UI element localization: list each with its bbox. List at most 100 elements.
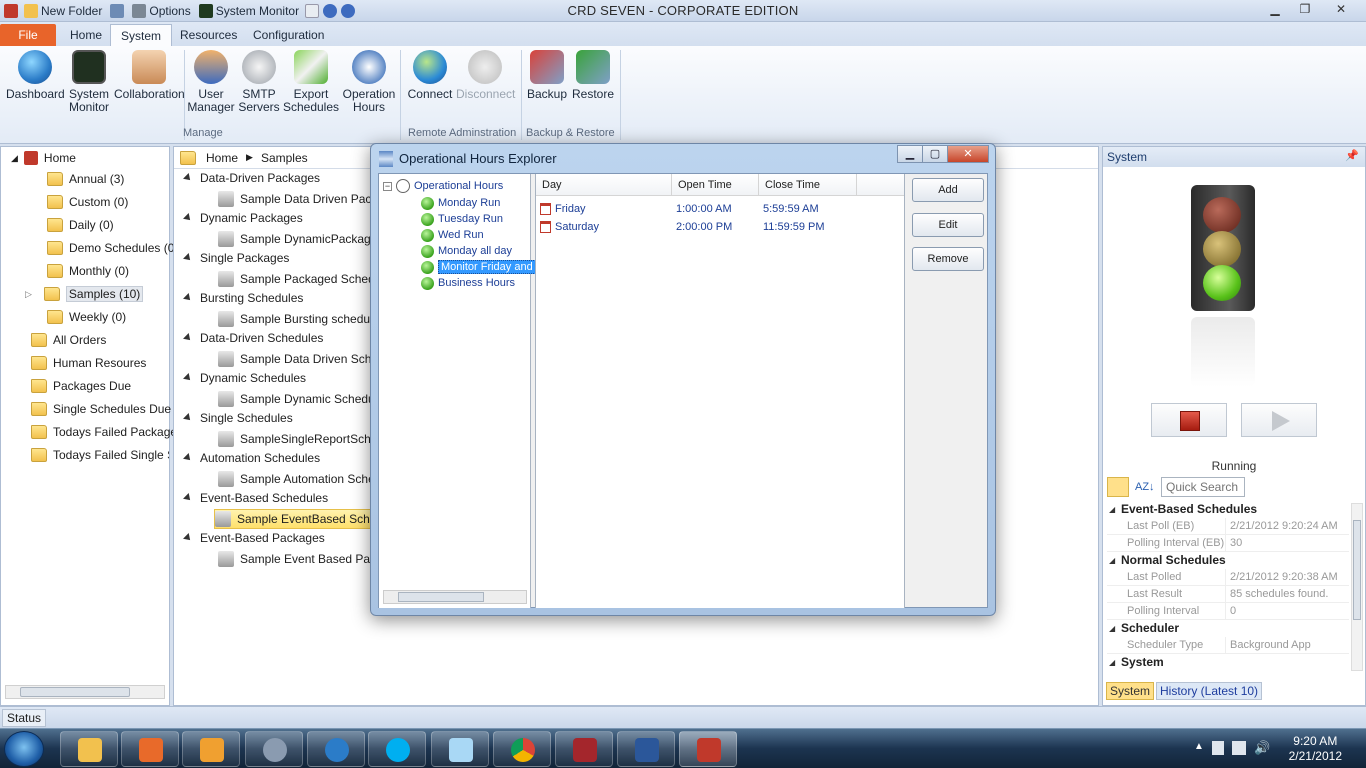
taskbar-word[interactable] xyxy=(617,731,675,767)
volume-icon[interactable]: 🔊 xyxy=(1254,740,1270,756)
category-normal[interactable]: Normal Schedules xyxy=(1107,552,1349,569)
tab-history[interactable]: History (Latest 10) xyxy=(1156,682,1263,700)
pin-icon[interactable]: 📌 xyxy=(1345,149,1359,162)
column-day[interactable]: Day xyxy=(536,174,672,196)
taskbar-crd[interactable] xyxy=(679,731,737,767)
operational-hours-node[interactable]: Business Hours xyxy=(421,275,515,291)
restore-button[interactable]: Restore xyxy=(564,50,622,101)
scrollbar-thumb[interactable] xyxy=(1353,520,1361,620)
taskbar-ie[interactable] xyxy=(307,731,365,767)
tree-samples[interactable]: ▷ Samples (10) xyxy=(25,283,144,305)
group-header[interactable]: Single Schedules xyxy=(183,411,293,425)
group-header[interactable]: Automation Schedules xyxy=(183,451,320,465)
breadcrumb-home[interactable]: Home xyxy=(206,151,238,165)
tray-arrow-icon[interactable]: ▲ xyxy=(1194,741,1204,752)
schedule-item[interactable]: Sample Bursting schedule xyxy=(218,309,379,329)
scrollbar-thumb[interactable] xyxy=(20,687,130,697)
clock[interactable]: 9:20 AM 2/21/2012 xyxy=(1289,734,1342,764)
tab-home[interactable]: Home xyxy=(60,24,112,46)
taskbar-app[interactable] xyxy=(245,731,303,767)
close-icon[interactable]: ✕ xyxy=(1320,0,1362,18)
collapse-icon[interactable] xyxy=(183,533,193,543)
start-button[interactable] xyxy=(4,731,44,767)
group-header[interactable]: Bursting Schedules xyxy=(183,291,303,305)
play-button[interactable] xyxy=(1241,403,1317,437)
tab-system-pane[interactable]: System xyxy=(1106,682,1155,700)
collapse-icon[interactable] xyxy=(183,453,193,463)
group-header[interactable]: Data-Driven Schedules xyxy=(183,331,323,345)
group-header[interactable]: Dynamic Packages xyxy=(183,211,303,225)
property-row[interactable]: Last Polled 2/21/2012 9:20:38 AM xyxy=(1107,569,1349,586)
operational-hours-node[interactable]: Monday Run xyxy=(421,195,500,211)
group-header[interactable]: Single Packages xyxy=(183,251,289,265)
property-row[interactable]: Scheduler Type Background App xyxy=(1107,637,1349,654)
quick-search-input[interactable] xyxy=(1161,477,1245,497)
collapse-icon[interactable] xyxy=(183,373,193,383)
schedule-item[interactable]: Sample EventBased Sched xyxy=(214,509,389,529)
category-scheduler[interactable]: Scheduler xyxy=(1107,620,1349,637)
add-button[interactable]: Add xyxy=(912,178,984,202)
remove-button[interactable]: Remove xyxy=(912,247,984,271)
property-row[interactable]: Last Result 85 schedules found. xyxy=(1107,586,1349,603)
taskbar-explorer[interactable] xyxy=(60,731,118,767)
tree-horizontal-scrollbar[interactable] xyxy=(5,685,165,699)
edit-button[interactable]: Edit xyxy=(912,213,984,237)
stop-button[interactable] xyxy=(1151,403,1227,437)
column-close-time[interactable]: Close Time xyxy=(759,174,857,196)
tree-packages-due[interactable]: Packages Due xyxy=(31,375,131,397)
collapse-icon[interactable] xyxy=(183,213,193,223)
schedule-item[interactable]: Sample DynamicPackage xyxy=(218,229,377,249)
collapse-icon[interactable]: − xyxy=(383,181,392,191)
dashboard-button[interactable]: Dashboard xyxy=(6,50,65,101)
schedule-item[interactable]: Sample Event Based Packa xyxy=(218,549,389,569)
group-header[interactable]: Dynamic Schedules xyxy=(183,371,306,385)
group-header[interactable]: Event-Based Packages xyxy=(183,531,325,545)
maximize-icon[interactable]: ❐ xyxy=(1290,0,1320,18)
taskbar-chrome[interactable] xyxy=(493,731,551,767)
group-header[interactable]: Event-Based Schedules xyxy=(183,491,328,505)
column-open-time[interactable]: Open Time xyxy=(672,174,759,196)
category-system[interactable]: System xyxy=(1107,654,1349,671)
categorized-icon[interactable] xyxy=(1107,477,1129,497)
operation-hours-button[interactable]: Operation Hours xyxy=(340,50,398,114)
collapse-icon[interactable] xyxy=(183,173,193,183)
minimize-icon[interactable]: ▁ xyxy=(1260,0,1290,18)
tab-system[interactable]: System xyxy=(110,24,173,46)
tab-file[interactable]: File xyxy=(0,24,56,46)
collapse-icon[interactable] xyxy=(183,413,193,423)
tree-home[interactable]: ◢ Home xyxy=(11,147,76,169)
connect-button[interactable]: Connect xyxy=(401,50,459,101)
operational-hours-node[interactable]: Monitor Friday and xyxy=(421,259,536,275)
operational-hours-node[interactable]: Tuesday Run xyxy=(421,211,503,227)
tree-monthly[interactable]: Monthly (0) xyxy=(47,260,129,282)
tree-human-resources[interactable]: Human Resoures xyxy=(31,352,146,374)
schedule-item[interactable]: Sample Dynamic Schedule xyxy=(218,389,384,409)
hours-row[interactable]: Friday 1:00:00 AM 5:59:59 AM xyxy=(536,200,904,218)
collaboration-button[interactable]: Collaboration xyxy=(114,50,185,101)
dialog-maximize-icon[interactable]: ▢ xyxy=(922,145,948,163)
schedule-item[interactable]: Sample Data Driven Packa xyxy=(218,189,384,209)
collapse-icon[interactable] xyxy=(183,493,193,503)
dialog-minimize-icon[interactable]: ▁ xyxy=(897,145,923,163)
breadcrumb-samples[interactable]: Samples xyxy=(261,151,308,165)
tray-device-icon[interactable] xyxy=(1212,741,1224,755)
tree-custom[interactable]: Custom (0) xyxy=(47,191,128,213)
expand-arrow-icon[interactable]: ▷ xyxy=(25,289,32,300)
taskbar-outlook[interactable] xyxy=(182,731,240,767)
dialog-close-icon[interactable]: ✕ xyxy=(947,145,989,163)
collapse-icon[interactable] xyxy=(183,293,193,303)
tree-weekly[interactable]: Weekly (0) xyxy=(47,306,126,328)
taskbar-skype[interactable] xyxy=(368,731,426,767)
collapse-icon[interactable] xyxy=(183,333,193,343)
network-icon[interactable] xyxy=(1232,741,1246,755)
tree-all-orders[interactable]: All Orders xyxy=(31,329,106,351)
scrollbar-thumb[interactable] xyxy=(398,592,484,602)
schedule-item[interactable]: Sample Packaged Schedule xyxy=(218,269,391,289)
tree-annual[interactable]: Annual (3) xyxy=(47,168,124,190)
taskbar-access[interactable] xyxy=(555,731,613,767)
export-schedules-button[interactable]: Export Schedules xyxy=(282,50,340,114)
disconnect-button[interactable]: Disconnect xyxy=(456,50,515,101)
category-event-based[interactable]: Event-Based Schedules xyxy=(1107,501,1349,518)
sort-az-icon[interactable]: AZ↓ xyxy=(1135,477,1155,497)
group-header[interactable]: Data-Driven Packages xyxy=(183,171,320,185)
